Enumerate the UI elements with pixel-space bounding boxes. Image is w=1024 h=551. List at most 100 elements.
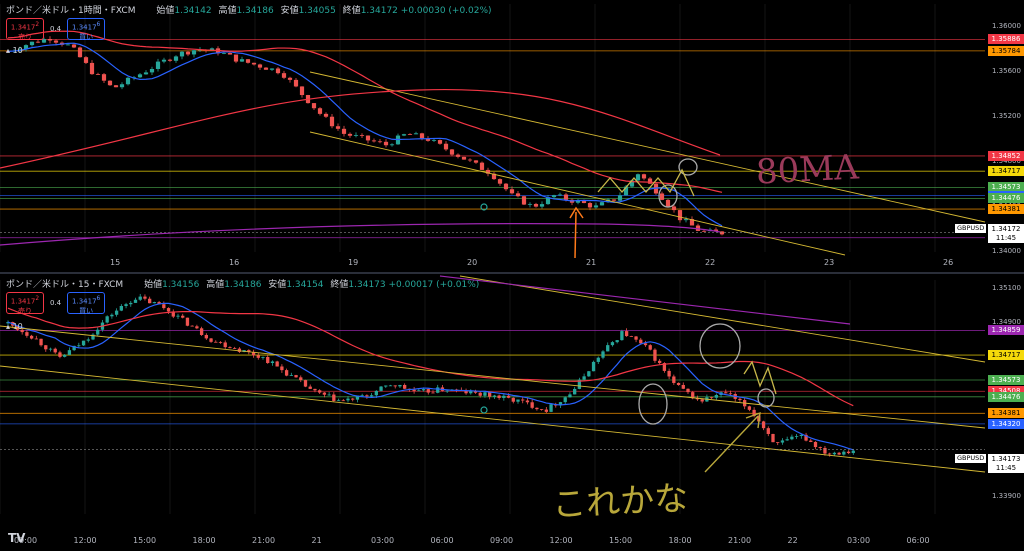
ohlc-low: 安値1.34154 xyxy=(268,280,324,290)
channel-line xyxy=(0,325,986,429)
ohlc-high: 高値1.34186 xyxy=(218,6,274,16)
candle-body xyxy=(119,84,125,88)
candle-body xyxy=(233,54,239,62)
circle-annotation xyxy=(638,383,668,425)
candle-body xyxy=(161,59,167,62)
candle-body xyxy=(443,143,449,150)
time-tick: 21 xyxy=(311,536,322,545)
candle-body xyxy=(813,441,818,448)
candle-body xyxy=(256,355,260,358)
candle-body xyxy=(401,134,407,136)
candle-body xyxy=(419,133,425,139)
candle-body xyxy=(266,356,270,364)
candle-body xyxy=(412,389,416,392)
candle-body xyxy=(587,371,591,377)
candle-body xyxy=(790,436,794,440)
chart-canvas-15m[interactable] xyxy=(0,274,1024,551)
candle-body xyxy=(191,50,197,55)
tradingview-logo[interactable]: TV xyxy=(8,531,25,545)
candle-body xyxy=(365,395,369,397)
chart-canvas-1h[interactable] xyxy=(0,0,1024,272)
candle-body xyxy=(527,203,533,205)
candle-body xyxy=(299,377,303,381)
candle-body xyxy=(384,385,388,387)
candle-body xyxy=(383,141,389,146)
candle-body xyxy=(635,174,641,181)
candle-body xyxy=(332,394,336,401)
candle-body xyxy=(313,388,317,391)
price-level-badge: 1.35886 xyxy=(988,34,1024,45)
candle-body xyxy=(521,196,527,205)
candle-body xyxy=(431,392,435,394)
candle-body xyxy=(714,395,718,398)
ohlc-open: 始値1.34142 xyxy=(156,6,212,16)
candle-body xyxy=(533,203,539,207)
candle-body xyxy=(351,398,355,400)
candle-body xyxy=(617,195,623,201)
candle-body xyxy=(245,59,251,63)
candle-body xyxy=(293,79,299,87)
candle-body xyxy=(677,210,683,221)
circle-annotation xyxy=(757,388,775,408)
arrow-annotation xyxy=(569,206,584,259)
candle-body xyxy=(776,442,780,443)
candle-body xyxy=(195,326,199,329)
sell-button[interactable]: 1.34172 売り xyxy=(6,292,44,315)
candle-body xyxy=(686,388,690,393)
candle-body xyxy=(724,392,728,394)
time-tick: 03:00 xyxy=(371,536,395,545)
candle-body xyxy=(173,56,179,61)
candle-body xyxy=(511,397,515,402)
time-tick: 15:00 xyxy=(133,536,157,545)
candle-body xyxy=(551,195,557,198)
candle-body xyxy=(359,135,365,136)
time-tick: 12:00 xyxy=(73,536,97,545)
candle-body xyxy=(299,86,305,96)
buy-button[interactable]: 1.34176 買い xyxy=(67,18,106,41)
candle-body xyxy=(377,141,383,143)
candle-body xyxy=(455,154,461,157)
candle-body xyxy=(105,316,109,323)
volume-toggle[interactable]: ▴ 10 xyxy=(6,46,23,55)
candle-body xyxy=(676,382,681,385)
candle-body xyxy=(125,77,131,85)
price-tick: 1.36000 xyxy=(992,21,1021,30)
sell-button[interactable]: 1.34172 売り xyxy=(6,18,44,41)
candle-body xyxy=(563,397,567,403)
time-tick: 21:00 xyxy=(728,536,752,545)
candle-body xyxy=(303,380,308,387)
candle-body xyxy=(218,341,223,343)
candle-body xyxy=(275,68,281,74)
time-tick: 23 xyxy=(824,258,835,267)
candle-body xyxy=(832,452,837,455)
candle-body xyxy=(780,440,785,443)
buy-button[interactable]: 1.34176 買い xyxy=(67,292,106,315)
candle-body xyxy=(449,149,455,155)
candle-body xyxy=(58,352,62,357)
candle-body xyxy=(101,74,107,81)
volume-toggle[interactable]: ▴ 10 xyxy=(6,322,23,331)
chart-pane-15m[interactable]: ポンド／米ドル・15・FXCM 始値1.34156 高値1.34186 安値1.… xyxy=(0,274,1024,551)
price-level-badge: 1.34381 xyxy=(988,204,1024,215)
candle-body xyxy=(107,80,113,86)
candle-body xyxy=(497,179,503,184)
candle-body xyxy=(647,178,653,184)
candle-body xyxy=(431,140,437,141)
chart-pane-1h[interactable]: ポンド／米ドル・1時間・FXCM 始値1.34142 高値1.34186 安値1… xyxy=(0,0,1024,272)
candle-body xyxy=(257,64,263,68)
candle-body xyxy=(261,356,265,358)
candle-body xyxy=(270,361,275,364)
candle-body xyxy=(467,159,473,161)
candle-body xyxy=(785,439,789,441)
price-tick: 1.35600 xyxy=(992,66,1021,75)
candle-body xyxy=(167,59,173,61)
candle-body xyxy=(335,126,341,129)
time-tick: 06:00 xyxy=(430,536,454,545)
candle-body xyxy=(393,385,397,387)
candle-body xyxy=(77,345,81,347)
candle-body xyxy=(643,343,648,346)
candle-body xyxy=(634,336,638,340)
candle-body xyxy=(842,451,846,455)
candle-body xyxy=(515,193,521,197)
candle-body xyxy=(71,44,77,48)
